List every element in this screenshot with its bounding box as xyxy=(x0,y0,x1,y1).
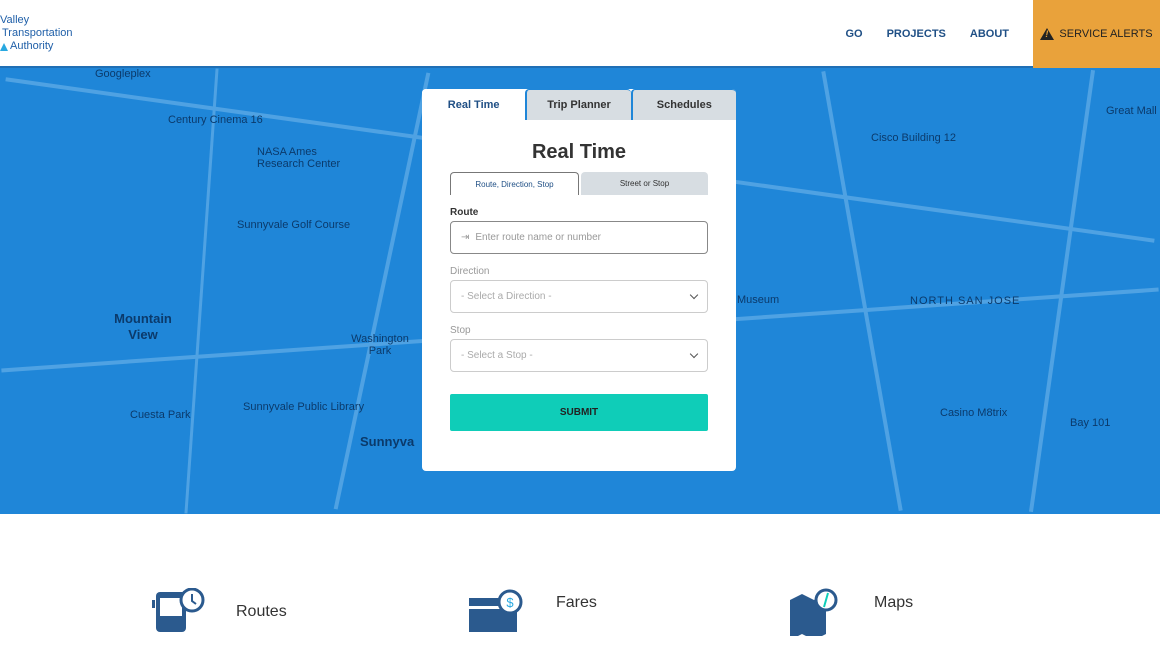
map-label: Sunnyvale Golf Course xyxy=(237,219,351,231)
stop-label: Stop xyxy=(450,325,471,336)
map-label: Casino M8trix xyxy=(940,407,1008,419)
map-label: Googleplex xyxy=(95,68,151,80)
real-time-panel: Real Time Trip Planner Schedules Real Ti… xyxy=(422,89,736,471)
logo-line: Transportation xyxy=(2,27,73,39)
chevron-down-icon xyxy=(689,290,699,300)
map-label: Century Cinema 16 xyxy=(168,114,263,126)
nav-projects[interactable]: PROJECTS xyxy=(887,28,946,40)
maps-label: Maps xyxy=(874,594,914,611)
nav-about[interactable]: ABOUT xyxy=(970,28,1009,40)
route-label: Route xyxy=(450,207,479,218)
map-label: Sunnyva xyxy=(360,434,415,449)
direction-label: Direction xyxy=(450,266,490,277)
vta-logo[interactable]: Valley Transportation Authority xyxy=(0,14,73,53)
panel-title: Real Time xyxy=(531,141,627,163)
feature-fares[interactable]: $ Fares xyxy=(468,588,597,634)
tab-schedules[interactable]: Schedules xyxy=(630,89,736,120)
logo-line: Valley xyxy=(0,14,30,26)
logo-text: Authority xyxy=(10,40,54,52)
bus-clock-icon xyxy=(152,588,205,632)
feature-maps[interactable]: Maps xyxy=(788,588,913,636)
map-label: Sunnyvale Public Library xyxy=(243,401,365,413)
tab-real-time[interactable]: Real Time xyxy=(422,89,526,120)
submit-button[interactable]: SUBMIT xyxy=(450,394,708,431)
map-label: Museum xyxy=(737,294,780,306)
map-label: Great Mall xyxy=(1106,105,1157,117)
feature-routes[interactable]: Routes xyxy=(150,588,287,636)
nav-go[interactable]: GO xyxy=(845,28,862,40)
route-placeholder: Enter route name or number xyxy=(475,232,602,243)
svg-text:$: $ xyxy=(506,595,514,610)
map-label: Bay 101 xyxy=(1070,417,1111,429)
direction-value: - Select a Direction - xyxy=(461,291,552,302)
route-enter-icon: ⇥ xyxy=(461,232,470,243)
site-header: Valley Transportation Authority GO PROJE… xyxy=(0,0,1160,68)
fares-label: Fares xyxy=(556,594,597,611)
tab-trip-planner[interactable]: Trip Planner xyxy=(525,89,631,120)
logo-triangle-icon xyxy=(0,43,8,51)
map-compass-icon xyxy=(790,588,838,636)
map-label: Mountain View xyxy=(114,311,172,342)
service-alerts-label: SERVICE ALERTS xyxy=(1059,28,1153,40)
subtab-street-or-stop[interactable]: Street or Stop xyxy=(581,172,708,195)
chevron-down-icon xyxy=(689,349,699,359)
service-alerts-button[interactable]: SERVICE ALERTS xyxy=(1033,0,1160,68)
routes-label: Routes xyxy=(236,603,287,620)
stop-select[interactable]: - Select a Stop - xyxy=(450,339,708,372)
route-input[interactable]: ⇥ Enter route name or number xyxy=(450,221,708,254)
subtab-route-direction-stop[interactable]: Route, Direction, Stop xyxy=(450,172,579,195)
warning-icon xyxy=(1040,28,1055,40)
logo-line: Authority xyxy=(0,40,73,53)
stop-value: - Select a Stop - xyxy=(461,350,533,361)
map-label: NASA Ames Research Center xyxy=(257,146,341,170)
map-label: Washington Park xyxy=(351,333,409,357)
map-label: Cuesta Park xyxy=(130,409,191,421)
card-dollar-icon: $ xyxy=(469,589,523,632)
direction-select[interactable]: - Select a Direction - xyxy=(450,280,708,313)
map-label: NORTH SAN JOSE xyxy=(910,295,1021,307)
map-label: Cisco Building 12 xyxy=(871,132,956,144)
main-nav: GO PROJECTS ABOUT SERVICE ALERTS xyxy=(845,0,1160,68)
